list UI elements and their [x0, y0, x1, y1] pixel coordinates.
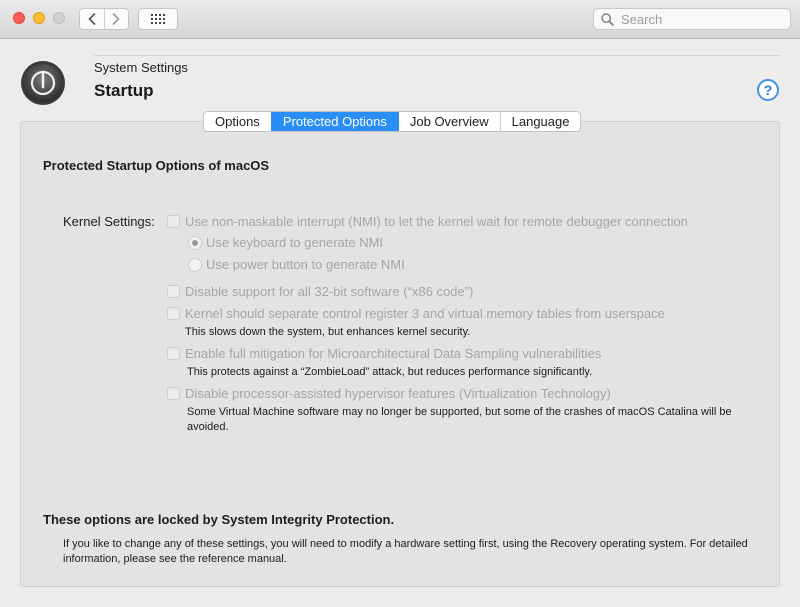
- nmi-power-radio[interactable]: [188, 257, 202, 272]
- nmi-label: Use non-maskable interrupt (NMI) to let …: [185, 214, 688, 229]
- hypervisor-note: Some Virtual Machine software may no lon…: [187, 406, 732, 433]
- tab-job-overview[interactable]: Job Overview: [397, 112, 500, 131]
- hypervisor-checkbox-row[interactable]: Disable processor-assisted hypervisor fe…: [167, 386, 611, 401]
- nav-buttons: [79, 8, 129, 30]
- close-button[interactable]: [13, 12, 25, 24]
- disable32-checkbox[interactable]: [167, 285, 180, 298]
- separate-cr3-note: This slows down the system, but enhances…: [185, 326, 471, 338]
- mds-label: Enable full mitigation for Microarchitec…: [185, 346, 602, 361]
- forward-button[interactable]: [103, 9, 129, 29]
- grid-icon: [151, 14, 165, 24]
- minimize-button[interactable]: [33, 12, 45, 24]
- search-field[interactable]: [593, 8, 791, 30]
- search-icon: [601, 12, 614, 26]
- tab-language[interactable]: Language: [499, 112, 581, 131]
- nmi-keyboard-radio-row[interactable]: Use keyboard to generate NMI: [188, 235, 383, 250]
- nmi-checkbox[interactable]: [167, 215, 180, 228]
- header-divider: [94, 55, 780, 56]
- zoom-button[interactable]: [53, 12, 65, 24]
- power-icon: [21, 61, 65, 105]
- disable32-checkbox-row[interactable]: Disable support for all 32-bit software …: [167, 284, 473, 299]
- hypervisor-label: Disable processor-assisted hypervisor fe…: [185, 386, 611, 401]
- tab-options[interactable]: Options: [204, 112, 271, 131]
- kernel-settings-label: Kernel Settings:: [63, 214, 155, 229]
- back-button[interactable]: [80, 9, 104, 29]
- hypervisor-checkbox[interactable]: [167, 387, 180, 400]
- settings-window: System Settings Startup ? Options Protec…: [0, 0, 800, 607]
- tab-protected-options[interactable]: Protected Options: [270, 112, 398, 131]
- chevron-right-icon: [112, 13, 120, 25]
- disable32-label: Disable support for all 32-bit software …: [185, 284, 474, 299]
- help-button[interactable]: ?: [757, 79, 779, 101]
- mds-checkbox-row[interactable]: Enable full mitigation for Microarchitec…: [167, 346, 601, 361]
- nmi-keyboard-radio[interactable]: [188, 235, 202, 250]
- breadcrumb: System Settings: [94, 60, 188, 75]
- help-icon: ?: [763, 82, 773, 98]
- separate-cr3-checkbox[interactable]: [167, 307, 180, 320]
- separate-cr3-label: Kernel should separate control register …: [185, 306, 665, 321]
- tab-bar: Options Protected Options Job Overview L…: [203, 111, 582, 132]
- page-title: Startup: [94, 81, 154, 100]
- locked-text: If you like to change any of these setti…: [63, 538, 748, 565]
- section-title: Protected Startup Options of macOS: [43, 158, 270, 173]
- locked-title: These options are locked by System Integ…: [43, 512, 395, 527]
- nmi-power-radio-row[interactable]: Use power button to generate NMI: [188, 257, 405, 272]
- title-bar: [0, 0, 800, 39]
- search-input[interactable]: [619, 10, 783, 28]
- separate-cr3-checkbox-row[interactable]: Kernel should separate control register …: [167, 306, 665, 321]
- nmi-power-label: Use power button to generate NMI: [206, 257, 405, 272]
- nmi-checkbox-row[interactable]: Use non-maskable interrupt (NMI) to let …: [167, 214, 688, 229]
- nmi-keyboard-label: Use keyboard to generate NMI: [206, 235, 384, 250]
- mds-note: This protects against a “ZombieLoad” att…: [187, 366, 593, 378]
- chevron-left-icon: [88, 13, 96, 25]
- show-all-button[interactable]: [138, 8, 178, 30]
- mds-checkbox[interactable]: [167, 347, 180, 360]
